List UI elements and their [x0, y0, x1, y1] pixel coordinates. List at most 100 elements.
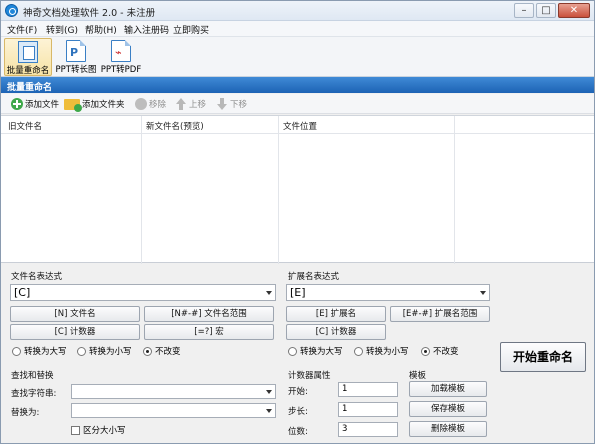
radio-circle-selected[interactable]: [143, 346, 152, 356]
move-up-button[interactable]: 上移: [175, 97, 206, 111]
minimize-button[interactable]: –: [514, 3, 534, 18]
app-window: 神奇文档处理软件 2.0 - 未注册 – □ ✕ 文件(F) 转到(G) 帮助(…: [0, 0, 595, 444]
counter-props-label: 计数器属性: [288, 371, 331, 381]
menu-bar: 文件(F) 转到(G) 帮助(H) 输入注册码 立即购买: [1, 21, 594, 37]
counter-digits-label: 位数:: [288, 427, 308, 437]
case-sensitive-checkbox[interactable]: 区分大小写: [71, 424, 126, 436]
ext-expr-combo[interactable]: [E]: [286, 284, 490, 301]
find-replace-label: 查找和替换: [11, 371, 54, 381]
col-old-name[interactable]: 旧文件名: [8, 120, 42, 132]
col-new-name[interactable]: 新文件名(预览): [146, 120, 204, 132]
close-button[interactable]: ✕: [558, 3, 590, 18]
menu-register[interactable]: 输入注册码: [124, 23, 169, 36]
radio-circle-selected[interactable]: [421, 346, 430, 356]
add-file-button[interactable]: 添加文件: [11, 97, 59, 111]
radio-circle[interactable]: [12, 346, 21, 356]
filename-expr-combo[interactable]: [C]: [10, 284, 276, 301]
add-folder-label: 添加文件夹: [82, 100, 125, 110]
start-rename-button[interactable]: 开始重命名: [500, 342, 586, 372]
radio-circle[interactable]: [288, 346, 297, 356]
title-bar: 神奇文档处理软件 2.0 - 未注册 – □ ✕: [1, 1, 594, 21]
radio-circle[interactable]: [354, 346, 363, 356]
column-divider[interactable]: [278, 116, 279, 264]
col-location[interactable]: 文件位置: [283, 120, 317, 132]
section-header: 批量重命名: [1, 77, 594, 93]
add-file-label: 添加文件: [25, 100, 60, 110]
remove-label: 移除: [149, 100, 167, 110]
insert-macro-button[interactable]: [=?] 宏: [144, 324, 274, 340]
insert-ext-button[interactable]: [E] 扩展名: [286, 306, 386, 322]
load-template-button[interactable]: 加载模板: [409, 381, 487, 397]
insert-counter-button[interactable]: [C] 计数器: [10, 324, 140, 340]
remove-button[interactable]: 移除: [135, 97, 166, 111]
app-logo-icon: [5, 4, 18, 17]
move-up-label: 上移: [189, 100, 207, 110]
insert-ext-counter-button[interactable]: [C] 计数器: [286, 324, 386, 340]
template-label: 模板: [409, 371, 427, 381]
menu-help[interactable]: 帮助(H): [85, 23, 117, 36]
filename-lowercase-radio[interactable]: 转换为小写: [77, 345, 132, 357]
filename-nochange-radio[interactable]: 不改变: [143, 345, 181, 357]
tool-batch-rename[interactable]: 批量重命名: [4, 38, 52, 76]
ppt-to-image-icon: P: [66, 40, 86, 62]
chevron-down-icon[interactable]: [266, 409, 272, 413]
ext-nochange-radio[interactable]: 不改变: [421, 345, 459, 357]
case-sensitive-label: 区分大小写: [83, 426, 126, 436]
filename-expr-value: [C]: [14, 286, 31, 299]
arrow-up-icon: [175, 98, 187, 110]
window-controls: – □ ✕: [514, 3, 590, 18]
chevron-down-icon[interactable]: [480, 291, 486, 295]
radio-label: 不改变: [155, 347, 181, 357]
radio-label: 不改变: [433, 347, 459, 357]
menu-buy[interactable]: 立即购买: [173, 23, 209, 36]
arrow-down-icon: [216, 98, 228, 110]
folder-add-icon: [64, 98, 82, 112]
file-toolbar: 添加文件 添加文件夹 移除 上移 下移: [1, 94, 594, 114]
counter-step-label: 步长:: [288, 407, 308, 417]
tool-batch-rename-label: 批量重命名: [6, 66, 50, 76]
move-down-label: 下移: [230, 100, 248, 110]
column-divider[interactable]: [454, 116, 455, 264]
insert-filename-range-button[interactable]: [N#-#] 文件名范围: [144, 306, 274, 322]
insert-ext-range-button[interactable]: [E#-#] 扩展名范围: [390, 306, 490, 322]
maximize-button[interactable]: □: [536, 3, 556, 18]
radio-label: 转换为大写: [300, 347, 343, 357]
ppt-to-pdf-icon: ⌁: [111, 40, 131, 62]
window-title: 神奇文档处理软件 2.0 - 未注册: [23, 8, 156, 19]
replace-with-label: 替换为:: [11, 408, 40, 418]
file-table[interactable]: 旧文件名 新文件名(预览) 文件位置: [1, 115, 594, 264]
tool-ppt-to-pdf[interactable]: ⌁ PPT转PDF: [100, 38, 142, 76]
counter-start-input[interactable]: 1: [338, 382, 398, 397]
counter-digits-input[interactable]: 3: [338, 422, 398, 437]
delete-template-button[interactable]: 删除模板: [409, 421, 487, 437]
filename-expr-label: 文件名表达式: [11, 272, 63, 282]
tool-ppt-to-image[interactable]: P PPT转长图: [54, 38, 98, 76]
find-string-label: 查找字符串:: [11, 389, 57, 399]
radio-label: 转换为大写: [24, 347, 67, 357]
radio-circle[interactable]: [77, 346, 86, 356]
batch-rename-icon: [18, 41, 38, 63]
main-toolbar: 批量重命名 P PPT转长图 ⌁ PPT转PDF: [1, 37, 594, 77]
column-divider[interactable]: [141, 116, 142, 264]
ext-expr-label: 扩展名表达式: [288, 272, 340, 282]
insert-filename-button[interactable]: [N] 文件名: [10, 306, 140, 322]
add-folder-button[interactable]: 添加文件夹: [64, 97, 125, 112]
ext-lowercase-radio[interactable]: 转换为小写: [354, 345, 409, 357]
ext-uppercase-radio[interactable]: 转换为大写: [288, 345, 343, 357]
tool-ppt-to-pdf-label: PPT转PDF: [100, 65, 142, 75]
menu-file[interactable]: 文件(F): [7, 23, 37, 36]
counter-start-label: 开始:: [288, 387, 308, 397]
counter-step-input[interactable]: 1: [338, 402, 398, 417]
chevron-down-icon[interactable]: [266, 390, 272, 394]
add-icon: [11, 98, 23, 110]
find-string-input[interactable]: [71, 384, 276, 399]
checkbox-box[interactable]: [71, 425, 80, 435]
ext-expr-value: [E]: [290, 286, 306, 299]
filename-uppercase-radio[interactable]: 转换为大写: [12, 345, 67, 357]
save-template-button[interactable]: 保存模板: [409, 401, 487, 417]
menu-goto[interactable]: 转到(G): [46, 23, 78, 36]
move-down-button[interactable]: 下移: [216, 97, 247, 111]
chevron-down-icon[interactable]: [266, 291, 272, 295]
table-header: 旧文件名 新文件名(预览) 文件位置: [1, 116, 594, 134]
replace-with-input[interactable]: [71, 403, 276, 418]
